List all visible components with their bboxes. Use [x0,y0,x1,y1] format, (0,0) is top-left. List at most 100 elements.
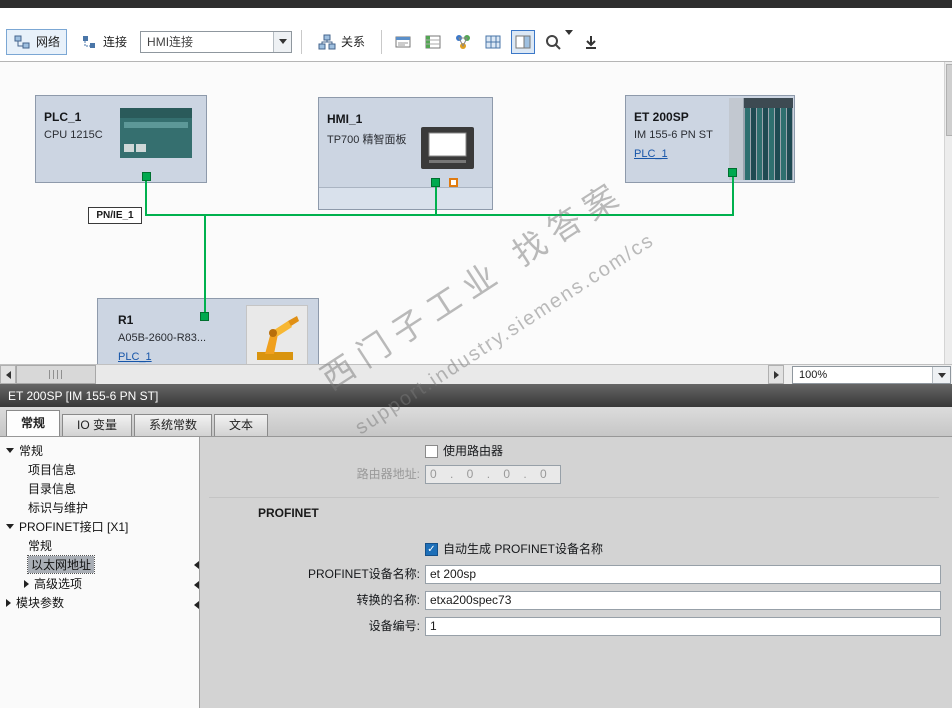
hmi-station-strip [319,187,492,209]
nav-item-label: 目录信息 [28,482,77,496]
device-name: PLC_1 [44,110,82,124]
inspector-tabs: 常规 IO 变量 系统常数 文本 [0,407,952,437]
splitter-collapse-icon[interactable] [194,561,199,569]
chevron-down-icon[interactable] [273,31,292,52]
table-overview-icon[interactable] [421,30,445,54]
use-router-label: 使用路由器 [443,444,504,458]
nav-item-profinet-interface[interactable]: PROFINET接口 [X1] [0,517,199,536]
nav-item-if-general[interactable]: 常规 [0,536,199,555]
device-name-label: PROFINET设备名称: [307,567,420,581]
connection-type-dropdown[interactable]: HMI连接 [140,30,293,53]
connections-icon [80,33,98,51]
unassigned-port[interactable] [449,178,458,187]
canvas-vertical-scrollbar[interactable] [944,62,952,364]
tab-texts[interactable]: 文本 [214,414,269,436]
nav-item-catalog-info[interactable]: 目录信息 [0,479,199,498]
relations-button[interactable]: 关系 [311,29,372,55]
scrollbar-track[interactable] [16,365,768,384]
network-canvas[interactable]: PLC_1 CPU 1215C HMI_1 TP700 精智面板 ET 200S… [0,62,952,364]
chevron-down-icon[interactable] [932,367,950,383]
nav-item-ident-maintenance[interactable]: 标识与维护 [0,498,199,517]
zoom-chevron-icon[interactable] [565,29,574,49]
toolbar-separator [381,29,383,54]
nav-item-advanced-options[interactable]: 高级选项 [0,574,199,593]
subnet-name: PN/IE_1 [96,210,134,221]
split-pane-icon[interactable] [511,29,536,54]
grid-view-icon[interactable] [481,30,505,54]
nav-item-label: 标识与维护 [28,501,89,515]
subnet-label[interactable]: PN/IE_1 [88,207,142,224]
network-mode-button[interactable]: 网络 [6,28,68,55]
device-robot[interactable]: R1 A05B-2600-R83... PLC_1 [97,298,319,364]
device-name-field[interactable]: et 200sp [425,565,941,584]
relations-label: 关系 [341,35,366,49]
property-nav-tree: 常规 项目信息 目录信息 标识与维护 PROFINET接口 [X1] 常规 以太… [0,437,200,708]
nav-item-project-info[interactable]: 项目信息 [0,460,199,479]
nav-item-general[interactable]: 常规 [0,441,199,460]
nav-item-ethernet-addresses[interactable]: 以太网地址 [0,555,199,574]
assigned-controller-link[interactable]: PLC_1 [634,148,668,160]
chevron-down-icon[interactable] [6,448,14,453]
chevron-down-icon[interactable] [6,524,14,529]
splitter-collapse-icon[interactable] [194,581,199,589]
device-model: TP700 精智面板 [327,134,407,146]
scrollbar-thumb[interactable] [946,64,952,136]
device-name: HMI_1 [327,112,363,126]
use-router-checkbox[interactable] [425,445,438,458]
highlight-subnets-icon[interactable] [451,30,475,54]
scroll-right-button[interactable] [768,365,784,384]
router-address-field[interactable]: 0 . 0 . 0 . 0 [425,465,561,484]
connections-mode-label: 连接 [103,35,128,49]
device-number-field[interactable]: 1 [425,617,941,636]
converted-name-label: 转换的名称: [356,593,420,607]
ethernet-port[interactable] [431,178,440,187]
network-icon [13,33,31,51]
nav-item-label: PROFINET接口 [X1] [19,520,129,534]
save-layout-icon[interactable] [579,30,603,54]
plc-drop-line [145,180,147,216]
address-labels-icon[interactable] [391,30,415,54]
inspector-title: ET 200SP [IM 155-6 PN ST] [8,388,159,403]
window-top-strip [0,0,952,8]
zoom-level-dropdown[interactable]: 100% [792,366,951,384]
inspector-title-bar: ET 200SP [IM 155-6 PN ST] [0,384,952,407]
converted-name-field[interactable]: etxa200spec73 [425,591,941,610]
inspector-body: 常规 项目信息 目录信息 标识与维护 PROFINET接口 [X1] 常规 以太… [0,437,952,708]
nav-item-label: 模块参数 [16,596,65,610]
scroll-left-button[interactable] [0,365,16,384]
device-plc[interactable]: PLC_1 CPU 1215C [35,95,207,183]
ethernet-port[interactable] [142,172,151,181]
nav-item-label: 常规 [28,539,53,553]
nav-item-label: 项目信息 [28,463,77,477]
chevron-right-icon[interactable] [24,579,29,588]
tab-general[interactable]: 常规 [6,410,61,436]
scrollbar-thumb[interactable] [16,365,96,384]
device-et200sp[interactable]: ET 200SP IM 155-6 PN ST PLC_1 [625,95,795,183]
ethernet-address-form: 使用路由器 路由器地址: 0 . 0 . 0 . 0 PROFINET 自动生成… [201,437,952,708]
ethernet-port[interactable] [200,312,209,321]
device-model: A05B-2600-R83... [118,332,207,344]
chevron-right-icon[interactable] [6,598,11,607]
device-number-label: 设备编号: [368,619,420,633]
nav-item-module-parameters[interactable]: 模块参数 [0,593,199,612]
nav-item-label-selected: 以太网地址 [26,555,96,574]
splitter-collapse-icon[interactable] [194,601,199,609]
auto-generate-checkbox[interactable] [425,543,438,556]
robot-drop-line [204,214,206,318]
tab-label: 常规 [21,416,46,430]
plc-device-image [120,108,192,158]
group-separator [209,497,939,498]
device-model: IM 155-6 PN ST [634,129,713,141]
hmi-device-image [421,127,474,169]
et200sp-device-image [729,98,793,180]
device-hmi[interactable]: HMI_1 TP700 精智面板 [318,97,493,210]
network-mode-label: 网络 [36,35,61,49]
ethernet-port[interactable] [728,168,737,177]
assigned-controller-link[interactable]: PLC_1 [118,351,152,363]
zoom-icon[interactable] [541,30,565,54]
router-address-label: 路由器地址: [356,467,420,481]
tab-system-constants[interactable]: 系统常数 [134,414,213,436]
connections-mode-button[interactable]: 连接 [73,29,134,55]
device-name: R1 [118,313,134,327]
tab-io-tags[interactable]: IO 变量 [62,414,133,436]
